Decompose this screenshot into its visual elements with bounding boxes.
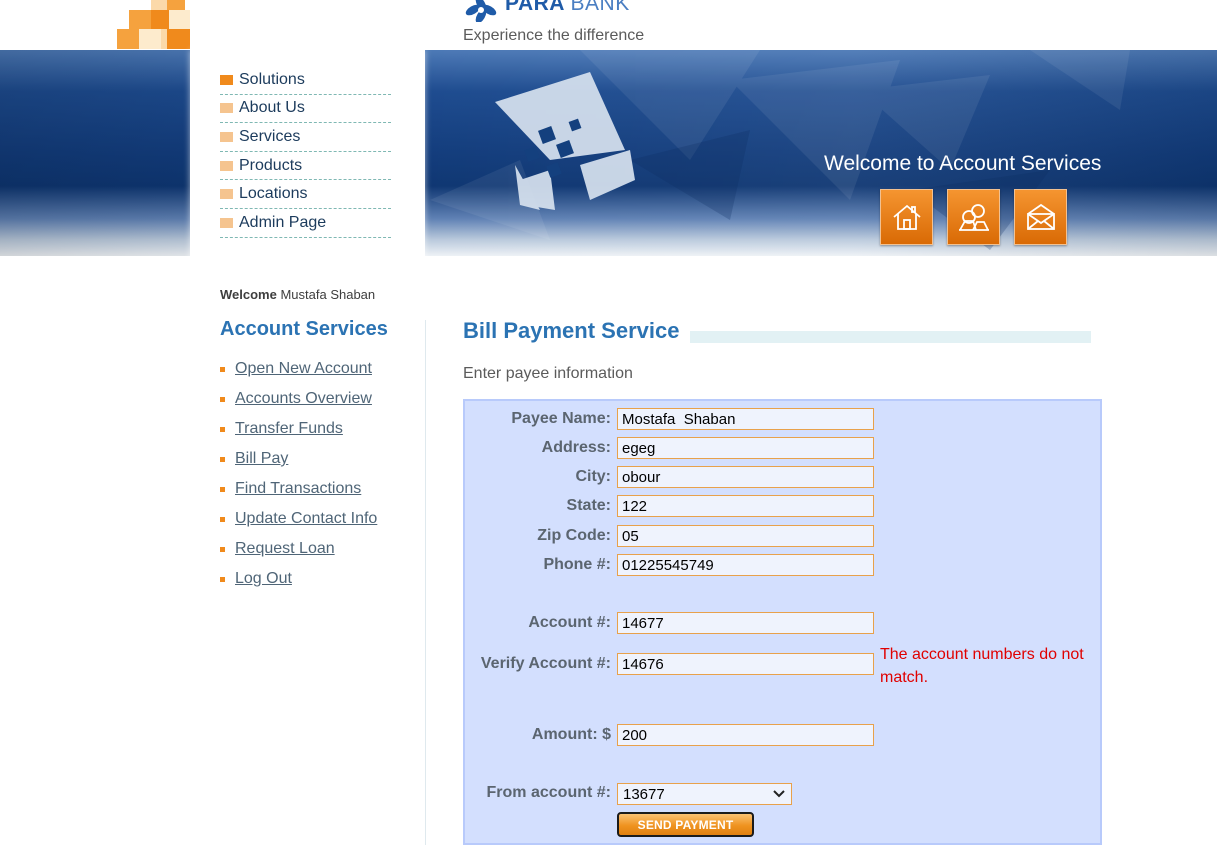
verify-account-error: The account numbers do not match. xyxy=(880,646,1084,686)
transfer-funds-link[interactable]: Transfer Funds xyxy=(235,420,343,438)
sidebar-item-transfer-funds: Transfer Funds xyxy=(220,414,377,444)
sidebar-item-log-out: Log Out xyxy=(220,564,377,594)
city-label: City: xyxy=(575,468,611,485)
bullet-square-icon xyxy=(220,217,233,228)
sidebar-item-find-transactions: Find Transactions xyxy=(220,474,377,504)
from-account-label: From account #: xyxy=(486,784,611,801)
verify-account-label: Verify Account #: xyxy=(480,655,611,672)
bullet-icon xyxy=(220,396,225,402)
sidebar-item-bill-pay: Bill Pay xyxy=(220,444,377,474)
sidebar-item-update-contact-info: Update Contact Info xyxy=(220,504,377,534)
welcome-message: Welcome Mustafa Shaban xyxy=(220,287,376,302)
amount-label: Amount: $ xyxy=(531,726,611,743)
sidebar-item-request-loan: Request Loan xyxy=(220,534,377,564)
city-input[interactable] xyxy=(617,466,874,488)
state-input[interactable] xyxy=(617,495,874,517)
bullet-square-icon xyxy=(220,103,233,114)
bullet-icon xyxy=(220,516,225,522)
brand-name: PARA BANK xyxy=(505,0,630,15)
column-divider xyxy=(425,320,426,845)
chevron-down-icon xyxy=(773,790,785,798)
update-contact-info-link[interactable]: Update Contact Info xyxy=(235,510,377,528)
amount-input[interactable] xyxy=(617,724,874,746)
top-nav-products[interactable]: Products xyxy=(220,152,391,181)
title-underline-bar xyxy=(690,331,1091,343)
find-transactions-link[interactable]: Find Transactions xyxy=(235,480,361,498)
top-nav-services[interactable]: Services xyxy=(220,123,391,152)
mail-button[interactable] xyxy=(1014,189,1067,245)
page-title: Bill Payment Service xyxy=(463,318,680,343)
bill-pay-link[interactable]: Bill Pay xyxy=(235,450,288,468)
top-nav-admin-page[interactable]: Admin Page xyxy=(220,209,391,238)
account-number-label: Account #: xyxy=(528,614,611,631)
user-name: Mustafa Shaban xyxy=(280,287,376,302)
home-button[interactable] xyxy=(880,189,933,245)
from-account-select[interactable]: 13677 xyxy=(617,783,792,805)
address-label: Address: xyxy=(541,439,611,456)
bullet-icon xyxy=(220,456,225,462)
mail-icon xyxy=(1026,203,1055,230)
from-account-selected-value: 13677 xyxy=(623,785,665,803)
banner-welcome-text: Welcome to Account Services xyxy=(824,152,1102,175)
payee-name-label: Payee Name: xyxy=(511,410,611,427)
bullet-icon xyxy=(220,426,225,432)
log-out-link[interactable]: Log Out xyxy=(235,570,292,588)
request-loan-link[interactable]: Request Loan xyxy=(235,540,335,558)
bullet-icon xyxy=(220,366,225,372)
bullet-icon xyxy=(220,486,225,492)
phone-label: Phone #: xyxy=(543,556,611,573)
bullet-icon xyxy=(220,576,225,582)
intro-text: Enter payee information xyxy=(463,365,633,382)
phone-input[interactable] xyxy=(617,554,874,576)
bullet-square-icon xyxy=(220,131,233,142)
accounts-overview-link[interactable]: Accounts Overview xyxy=(235,390,372,408)
contact-button[interactable] xyxy=(947,189,1000,245)
logo-blocks-graphic xyxy=(117,0,190,50)
send-payment-button[interactable]: SEND PAYMENT xyxy=(617,812,754,837)
account-services-heading: Account Services xyxy=(220,318,388,340)
top-nav-solutions[interactable]: Solutions xyxy=(220,66,391,95)
contact-icon xyxy=(958,204,989,231)
account-number-input[interactable] xyxy=(617,612,874,634)
state-label: State: xyxy=(566,497,611,514)
top-nav-about-us[interactable]: About Us xyxy=(220,95,391,124)
para-bank-logo-icon xyxy=(465,0,497,22)
bullet-icon xyxy=(220,546,225,552)
bill-pay-page: PARA BANK Experience the difference Solu… xyxy=(0,0,1217,859)
zip-code-label: Zip Code: xyxy=(537,527,611,544)
payee-name-input[interactable] xyxy=(617,408,874,430)
tagline: Experience the difference xyxy=(463,27,645,44)
bullet-square-icon xyxy=(220,189,233,200)
bullet-square-icon xyxy=(220,74,233,85)
top-nav-menu: Solutions About Us Services Products Loc… xyxy=(220,66,391,238)
zip-code-input[interactable] xyxy=(617,525,874,547)
account-services-menu: Open New Account Accounts Overview Trans… xyxy=(220,354,377,594)
home-icon xyxy=(892,204,921,230)
sidebar-item-accounts-overview: Accounts Overview xyxy=(220,384,377,414)
sidebar-item-open-new-account: Open New Account xyxy=(220,354,377,384)
open-new-account-link[interactable]: Open New Account xyxy=(235,360,372,378)
bullet-square-icon xyxy=(220,160,233,171)
address-input[interactable] xyxy=(617,437,874,459)
top-nav-locations[interactable]: Locations xyxy=(220,180,391,209)
verify-account-input[interactable] xyxy=(617,653,874,675)
